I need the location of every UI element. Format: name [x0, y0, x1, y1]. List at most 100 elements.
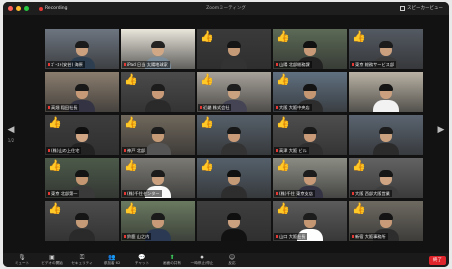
- participant-tile[interactable]: 👍 山陽 北部総務課: [273, 29, 347, 69]
- thumbs-up-reaction-icon: 👍: [352, 202, 366, 215]
- toolbar-chat-button[interactable]: 💬 チャット: [127, 254, 157, 266]
- participant-name-label: 高畑 稲田社長: [46, 104, 80, 111]
- participant-name: 高畑 稲田社長: [51, 104, 78, 110]
- meeting-toolbar: 🎙 ミュート ▣ ビデオの開始 ⚿ セキュリティ 👥 参加者 62 💬 チャット ⬆ 画面の共有 ⏺ 一時…: [3, 253, 449, 267]
- thumbs-up-reaction-icon: 👍: [276, 202, 290, 215]
- thumbs-up-reaction-icon: 👍: [124, 116, 138, 129]
- participant-tile[interactable]: [349, 115, 423, 155]
- gallery-grid: ｺﾞｰｽﾄ(安芸) 海原 iPad 日当 太陽地球家 👍 👍 山陽 北部総務課 👍 東京 総…: [45, 29, 431, 242]
- share-screen-icon: ⬆: [169, 254, 175, 261]
- participant-tile[interactable]: 👍: [197, 115, 271, 155]
- participant-name-label: 高津 大阪 ビル: [274, 147, 309, 154]
- participant-name-label: 近畿 株式会社: [198, 104, 232, 111]
- thumbs-up-reaction-icon: 👍: [124, 159, 138, 172]
- participant-tile[interactable]: 👍 新宿 大阪事務所: [349, 201, 423, 241]
- speaker-view-label: スピーカービュー: [407, 6, 443, 11]
- toolbar-reactions-button[interactable]: ☺ 反応: [217, 254, 247, 266]
- participant-name: iPad 日当 太陽地球家: [127, 61, 168, 67]
- muted-mic-icon: [48, 105, 50, 109]
- next-page-arrow[interactable]: ▶: [435, 126, 447, 135]
- recording-label: Recording: [45, 6, 68, 11]
- participant-tile[interactable]: 👍 高津 大阪 ビル: [273, 115, 347, 155]
- participant-tile[interactable]: [349, 72, 423, 112]
- participant-name: ｺﾞｰｽﾄ(安芸) 海原: [51, 61, 83, 67]
- thumbs-up-reaction-icon: 👍: [276, 159, 290, 172]
- thumbs-up-reaction-icon: 👍: [200, 116, 214, 129]
- muted-mic-icon: [276, 148, 278, 152]
- participant-tile[interactable]: 👍: [197, 29, 271, 69]
- toolbar-record-button[interactable]: ⏺ 一時停止/停止: [187, 254, 217, 266]
- participant-tile[interactable]: 高畑 稲田社長: [45, 72, 119, 112]
- thumbs-up-reaction-icon: 👍: [200, 159, 214, 172]
- thumbs-up-reaction-icon: 👍: [124, 73, 138, 86]
- participant-tile[interactable]: 👍 (株)千住 東京支店: [273, 158, 347, 198]
- thumbs-up-reaction-icon: 👍: [276, 116, 290, 129]
- thumbs-up-reaction-icon: 👍: [276, 73, 290, 86]
- participant-tile[interactable]: [197, 201, 271, 241]
- participant-video: [221, 39, 247, 69]
- toolbar-video-button[interactable]: ▣ ビデオの開始: [37, 254, 67, 266]
- toolbar-mute-button[interactable]: 🎙 ミュート: [7, 254, 37, 266]
- toolbar-label: 参加者 62: [103, 261, 121, 265]
- participant-name: 鈴鹿 山之内: [127, 233, 150, 239]
- participant-tile[interactable]: 👍 近畿 株式会社: [197, 72, 271, 112]
- toolbar-label: チャット: [134, 261, 150, 265]
- toolbar-label: 反応: [228, 261, 236, 265]
- participant-name: 東京 北部第一: [51, 190, 78, 196]
- participant-tile[interactable]: 👍 (株)山の上住宅: [45, 115, 119, 155]
- toolbar-label: ビデオの開始: [41, 261, 63, 265]
- participant-tile[interactable]: 👍 神戸 北部: [121, 115, 195, 155]
- muted-mic-icon: [48, 191, 50, 195]
- participant-name-label: 山口 大阪社長: [274, 233, 308, 240]
- muted-mic-icon: [276, 234, 278, 238]
- participant-tile[interactable]: 👍 東京 総務サービス部: [349, 29, 423, 69]
- participant-tile[interactable]: 👍: [121, 72, 195, 112]
- participant-name-label: (株)山の上住宅: [46, 147, 82, 154]
- participant-tile[interactable]: 👍 東京 北部第一: [45, 158, 119, 198]
- page-indicator: 1/2: [7, 138, 15, 143]
- participant-name: 大阪 大阪中央店: [279, 104, 310, 110]
- close-window-button[interactable]: [8, 6, 13, 11]
- participant-name-label: (株)千住センター: [122, 190, 162, 197]
- end-meeting-button[interactable]: 終了: [429, 256, 446, 265]
- participant-video: [221, 125, 247, 155]
- participant-tile[interactable]: 👍 大阪 西部大阪営業: [349, 158, 423, 198]
- participant-tile[interactable]: 👍: [197, 158, 271, 198]
- participant-tile[interactable]: 👍 鈴鹿 山之内: [121, 201, 195, 241]
- participant-tile[interactable]: 👍 大阪 大阪中央店: [273, 72, 347, 112]
- participant-video: [373, 82, 399, 112]
- participant-tile[interactable]: 👍: [45, 201, 119, 241]
- chat-icon: 💬: [138, 254, 146, 261]
- toolbar-share-screen-button[interactable]: ⬆ 画面の共有: [157, 254, 187, 266]
- minimize-window-button[interactable]: [16, 6, 21, 11]
- toolbar-label: 一時停止/停止: [190, 261, 214, 265]
- thumbs-up-reaction-icon: 👍: [48, 116, 62, 129]
- recording-dot-icon: [39, 6, 43, 11]
- window-controls: [8, 6, 29, 11]
- muted-mic-icon: [352, 191, 354, 195]
- toolbar-participants-button[interactable]: 👥 参加者 62: [97, 254, 127, 266]
- participant-name: 新宿 大阪事務所: [355, 233, 386, 239]
- speaker-view-button[interactable]: スピーカービュー: [400, 5, 443, 11]
- participant-tile[interactable]: iPad 日当 太陽地球家: [121, 29, 195, 69]
- maximize-window-button[interactable]: [24, 6, 29, 11]
- participant-tile[interactable]: 👍 (株)千住センター: [121, 158, 195, 198]
- participant-tile[interactable]: ｺﾞｰｽﾄ(安芸) 海原: [45, 29, 119, 69]
- recording-indicator: Recording: [39, 6, 68, 11]
- security-icon: ⚿: [79, 254, 85, 261]
- participant-tile[interactable]: 👍 山口 大阪社長: [273, 201, 347, 241]
- previous-page-arrow[interactable]: ◀: [5, 126, 17, 135]
- participant-name-label: 鈴鹿 山之内: [122, 233, 152, 240]
- muted-mic-icon: [352, 62, 354, 66]
- participant-name-label: 東京 総務サービス部: [350, 61, 397, 68]
- participant-name: (株)千住 東京支店: [279, 190, 313, 196]
- zoom-window: Recording Zoomミーティング スピーカービュー ◀ 1/2 ▶ ｺﾞ…: [3, 2, 449, 267]
- thumbs-up-reaction-icon: 👍: [352, 159, 366, 172]
- thumbs-up-reaction-icon: 👍: [352, 30, 366, 43]
- muted-mic-icon: [124, 234, 126, 238]
- reactions-icon: ☺: [228, 254, 236, 261]
- participant-name: (株)山の上住宅: [51, 147, 80, 153]
- toolbar-security-button[interactable]: ⚿ セキュリティ: [67, 254, 97, 266]
- toolbar-label: 画面の共有: [163, 261, 181, 265]
- video-icon: ▣: [49, 254, 55, 261]
